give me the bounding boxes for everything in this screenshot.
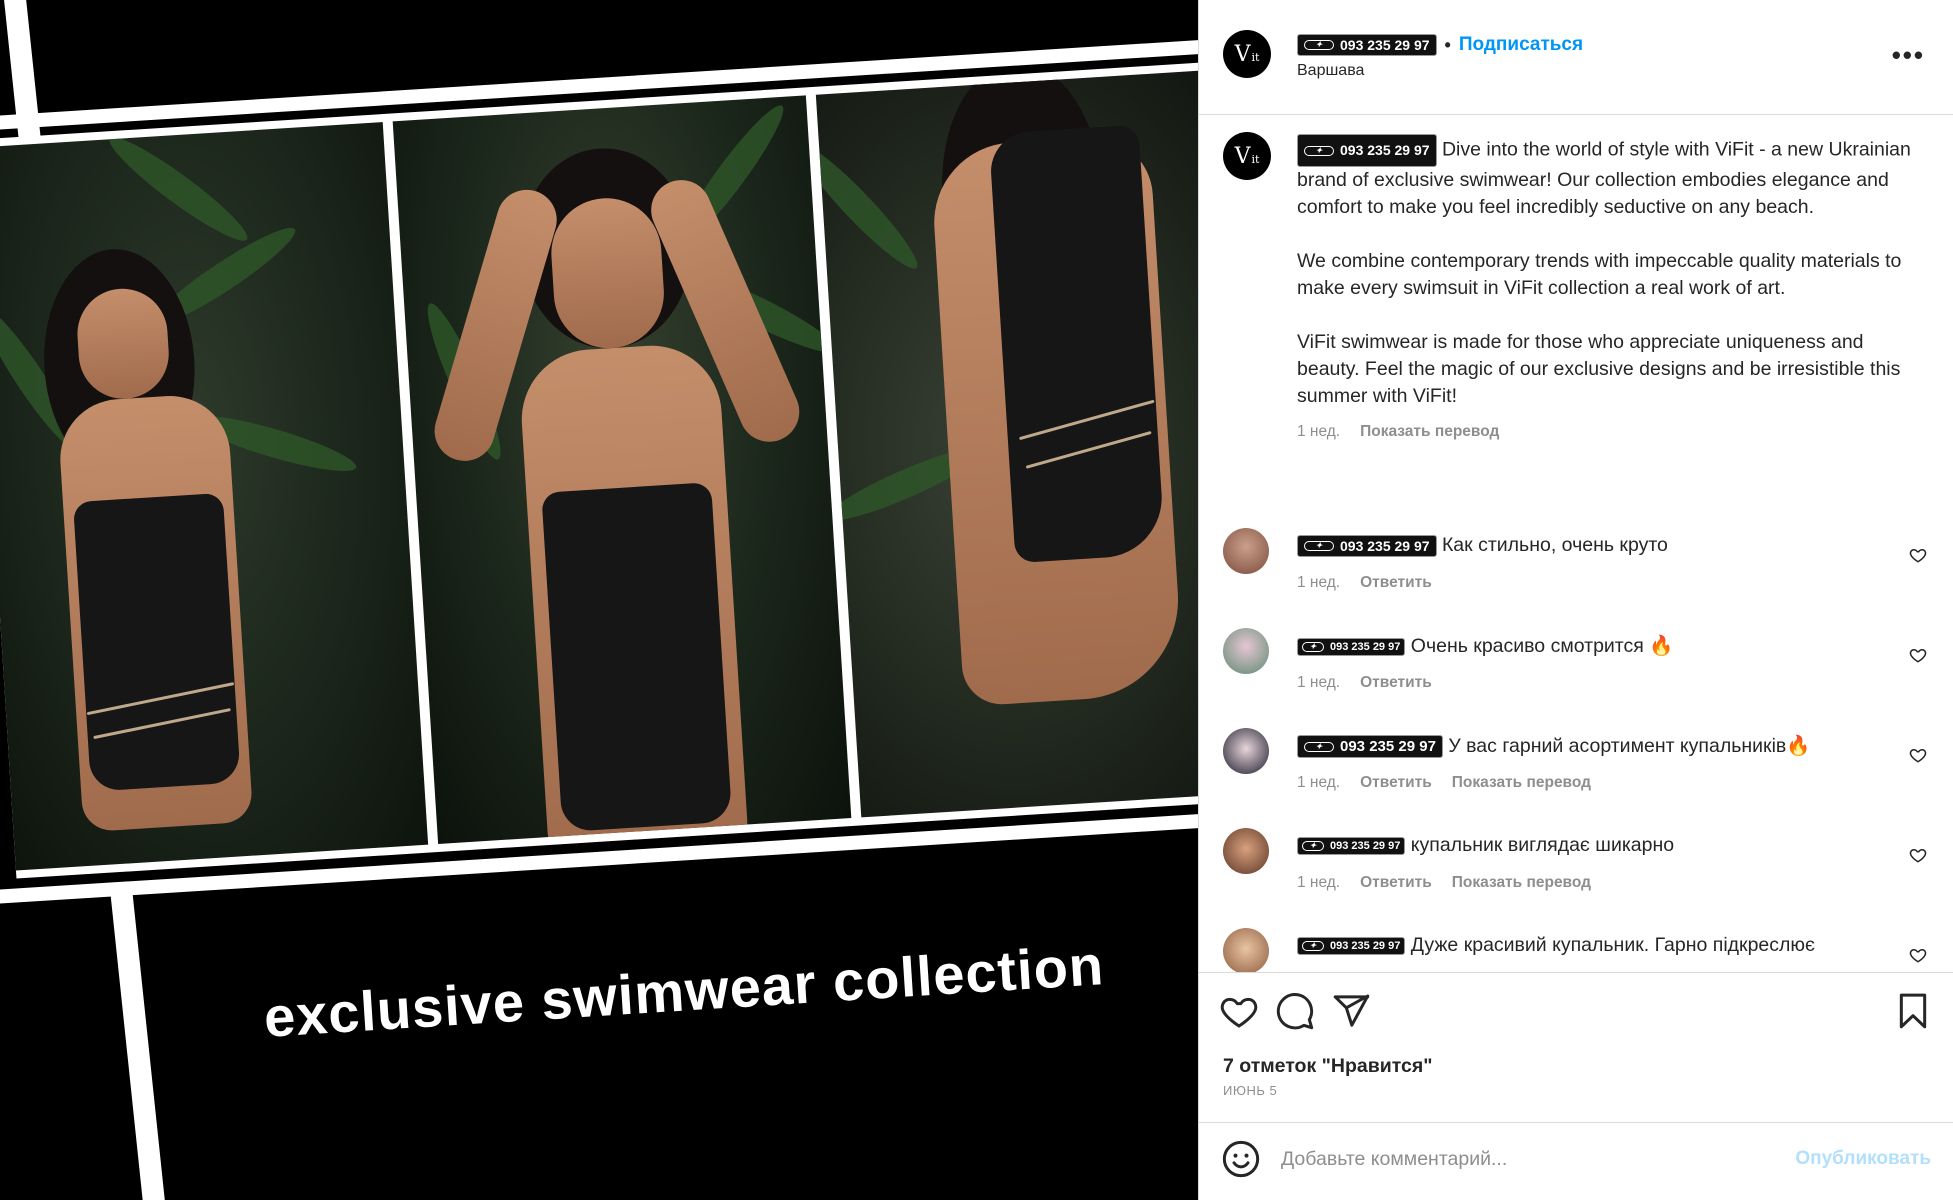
avatar-monogram-sub: it [1251,50,1260,64]
comments-scroll[interactable]: Vit ✦ 093 235 29 97 Dive into the world o… [1199,116,1953,972]
comment-item: ✦ 093 235 29 97 Как стильно, очень круто … [1199,528,1953,618]
brand-logo-icon: ✦ [1302,840,1324,851]
frame-rail [110,889,168,1200]
comment-like-heart-icon[interactable] [1909,746,1927,764]
more-options-icon[interactable]: ••• [1892,40,1925,71]
likes-count[interactable]: 7 отметок "Нравится" [1223,1055,1432,1078]
commenter-username[interactable]: ✦ 093 235 29 97 [1297,836,1406,855]
reply-button[interactable]: Ответить [1360,574,1432,592]
show-translation-link[interactable]: Показать перевод [1360,418,1499,445]
username-text: 093 235 29 97 [1330,640,1401,653]
comment-meta: 1 нед. Ответить [1297,674,1432,692]
comment-body: ✦ 093 235 29 97 Дуже красивий купальник. … [1297,934,1877,957]
brand-logo-icon: ✦ [1302,940,1324,951]
caption-paragraph-3: ViFit swimwear is made for those who app… [1297,331,1901,407]
comment-body: ✦ 093 235 29 97 купальник виглядає шикарн… [1297,834,1877,857]
post-location[interactable]: Варшава [1297,62,1364,80]
comment-like-heart-icon[interactable] [1909,846,1927,864]
avatar-monogram: V [1234,143,1251,169]
post-caption: ✦ 093 235 29 97 Dive into the world of st… [1297,134,1917,445]
smiley-icon[interactable] [1221,1139,1261,1179]
avatar-monogram-sub: it [1251,152,1260,166]
show-translation-link[interactable]: Показать перевод [1452,874,1591,892]
commenter-username[interactable]: ✦ 093 235 29 97 [1297,735,1443,759]
comment-text: Как стильно, очень круто [1441,534,1668,556]
author-avatar[interactable]: Vit [1223,30,1271,78]
bookmark-icon[interactable] [1893,991,1933,1031]
publish-button[interactable]: Опубликовать [1795,1148,1931,1170]
username-text: 093 235 29 97 [1330,839,1401,852]
comment-meta: 1 нед. Ответить Показать перевод [1297,874,1591,892]
commenter-avatar[interactable] [1223,828,1269,874]
comment-time: 1 нед. [1297,874,1341,891]
caption-paragraph-2: We combine contemporary trends with impe… [1297,250,1902,299]
comment-item: ✦ 093 235 29 97 купальник виглядає шикарн… [1199,828,1953,918]
collage-photo-2 [392,95,851,844]
commenter-username[interactable]: ✦ 093 235 29 97 [1297,637,1406,656]
comment-item: ✦ 093 235 29 97 Очень красиво смотрится 🔥… [1199,628,1953,718]
comment-body: ✦ 093 235 29 97 Очень красиво смотрится 🔥 [1297,634,1877,658]
commenter-avatar[interactable] [1223,528,1269,574]
media-headline: exclusive swimwear collection [262,933,1106,1049]
separator-dot: • [1444,34,1451,55]
commenter-username[interactable]: ✦ 093 235 29 97 [1297,534,1437,557]
commenter-username[interactable]: ✦ 093 235 29 97 [1297,936,1406,955]
post-actions: 7 отметок "Нравится" ИЮНЬ 5 [1199,972,1953,1122]
post-date[interactable]: ИЮНЬ 5 [1223,1083,1277,1098]
comment-like-heart-icon[interactable] [1909,546,1927,564]
comment-item: ✦ 093 235 29 97 У вас гарний асортимент к… [1199,728,1953,818]
username-text: 093 235 29 97 [1340,537,1430,554]
reply-button[interactable]: Ответить [1360,874,1432,892]
follow-button[interactable]: Подписаться [1459,34,1583,56]
comment-like-heart-icon[interactable] [1909,946,1927,964]
username-text: 093 235 29 97 [1330,939,1401,952]
comment-text: купальник виглядає шикарно [1410,834,1675,856]
comment-input[interactable] [1281,1139,1761,1179]
avatar-monogram: V [1234,41,1251,67]
brand-logo-icon: ✦ [1304,145,1334,156]
comment-icon[interactable] [1275,991,1315,1031]
username-text: 093 235 29 97 [1340,738,1436,756]
post-header: Vit ✦ 093 235 29 97 • Подписаться Варшава… [1199,0,1953,115]
comment-time: 1 нед. [1297,774,1341,791]
brand-logo-icon: ✦ [1304,40,1334,50]
author-username[interactable]: ✦ 093 235 29 97 [1297,34,1437,56]
post-media[interactable]: exclusive swimwear collection [0,0,1198,1200]
reply-button[interactable]: Ответить [1360,674,1432,692]
author-line: ✦ 093 235 29 97 • Подписаться [1297,34,1583,56]
commenter-avatar[interactable] [1223,928,1269,972]
comment-text: Очень красиво смотрится 🔥 [1410,635,1674,657]
photo-collage [0,60,1198,879]
brand-logo-icon: ✦ [1304,741,1334,752]
comment-text: У вас гарний асортимент купальників🔥 [1448,735,1811,757]
comment-text: Дуже красивий купальник. Гарно підкреслю… [1410,934,1815,956]
reply-button[interactable]: Ответить [1360,774,1432,792]
caption-time: 1 нед. [1297,423,1341,440]
brand-logo-icon: ✦ [1304,540,1334,551]
comment-meta: 1 нед. Ответить Показать перевод [1297,774,1591,792]
username-text: 093 235 29 97 [1340,37,1430,53]
show-translation-link[interactable]: Показать перевод [1452,774,1591,792]
comment-body: ✦ 093 235 29 97 У вас гарний асортимент к… [1297,734,1877,759]
add-comment-bar: Опубликовать [1199,1122,1953,1200]
collage-photo-3 [815,68,1198,818]
comment-body: ✦ 093 235 29 97 Как стильно, очень круто [1297,534,1877,557]
comment-time: 1 нед. [1297,674,1341,691]
comment-like-heart-icon[interactable] [1909,646,1927,664]
brand-logo-icon: ✦ [1302,641,1324,652]
caption-username[interactable]: ✦ 093 235 29 97 [1297,134,1437,167]
heart-icon[interactable] [1219,991,1259,1031]
caption-avatar[interactable]: Vit [1223,132,1271,180]
send-icon[interactable] [1331,991,1371,1031]
comment-item: ✦ 093 235 29 97 Дуже красивий купальник. … [1199,928,1953,972]
collage-photo-1 [0,122,429,871]
caption-meta: 1 нед. Показать перевод [1297,418,1917,445]
commenter-avatar[interactable] [1223,728,1269,774]
comment-meta: 1 нед. Ответить [1297,574,1432,592]
comment-time: 1 нед. [1297,574,1341,591]
post-sidebar: Vit ✦ 093 235 29 97 • Подписаться Варшава… [1198,0,1953,1200]
commenter-avatar[interactable] [1223,628,1269,674]
username-text: 093 235 29 97 [1340,142,1430,158]
